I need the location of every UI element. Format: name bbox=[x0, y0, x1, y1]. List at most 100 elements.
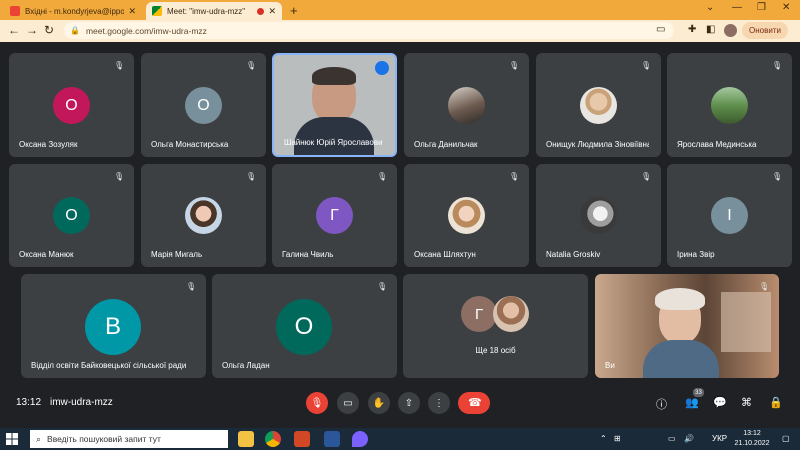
activities-icon[interactable]: ⌘ bbox=[741, 396, 752, 409]
tray-app-icon[interactable]: ⊞ bbox=[614, 434, 621, 443]
meeting-code: imw-udra-mzz bbox=[50, 397, 113, 408]
meeting-time: 13:12 bbox=[16, 397, 42, 408]
volume-icon[interactable]: 🔊 bbox=[684, 434, 694, 443]
search-placeholder: Введіть пошуковий запит тут bbox=[47, 434, 161, 444]
mic-off-icon: 🎙︎ bbox=[641, 61, 652, 70]
address-bar[interactable]: 🔒 meet.google.com/imw-udra-mzz bbox=[64, 22, 674, 39]
participant-tile: Г 🎙︎ Галина Чвиль bbox=[272, 164, 397, 267]
reload-button[interactable]: ↻ bbox=[44, 23, 54, 37]
mic-off-icon: 🎙︎ bbox=[641, 172, 652, 181]
back-button[interactable]: ← bbox=[8, 23, 20, 37]
update-button[interactable]: Оновити bbox=[742, 22, 788, 39]
mic-off-icon: 🎙︎ bbox=[377, 172, 388, 181]
participant-avatar: О bbox=[185, 87, 222, 124]
mic-off-icon: 🎙︎ bbox=[772, 172, 783, 181]
network-icon[interactable]: ▭ bbox=[668, 434, 676, 443]
more-options-button[interactable]: ⋮ bbox=[428, 392, 450, 414]
participant-avatar: О bbox=[53, 197, 90, 234]
browser-toolbar: ← → ↻ 🔒 meet.google.com/imw-udra-mzz ▭ ✚… bbox=[0, 20, 800, 42]
present-button[interactable]: ⇧ bbox=[398, 392, 420, 414]
minimize-button[interactable]: — bbox=[732, 2, 742, 13]
participant-name: Ольга Данильчак bbox=[414, 140, 478, 149]
participant-name: Оксана Шляхтун bbox=[414, 250, 476, 259]
file-explorer-icon[interactable] bbox=[238, 431, 254, 447]
tab-search-icon[interactable]: ⌄ bbox=[706, 2, 714, 13]
chat-icon[interactable]: 💬 bbox=[713, 396, 727, 409]
participant-tile: В 🎙︎ Відділ освіти Байковецької сільсько… bbox=[21, 274, 206, 378]
more-vert-icon: ⋮ bbox=[434, 397, 444, 409]
system-time: 13:12 bbox=[743, 430, 761, 437]
taskbar-search-box[interactable]: ⌕ Введіть пошуковий запит тут bbox=[30, 430, 228, 448]
system-clock[interactable]: 13:12 21.10.2022 bbox=[732, 429, 772, 449]
lock-icon[interactable]: 🔒 bbox=[70, 26, 80, 35]
more-participants-tile[interactable]: Г Ще 18 осіб bbox=[403, 274, 588, 378]
hand-icon: ✋ bbox=[372, 397, 386, 409]
participant-photo bbox=[580, 197, 617, 234]
participant-name: Ярослава Мединська bbox=[677, 140, 757, 149]
participant-photo bbox=[493, 296, 529, 332]
mic-off-icon: 🎙︎ bbox=[246, 172, 257, 181]
participant-name: Оксана Манюк bbox=[19, 250, 74, 259]
participant-tile: О 🎙︎ Ольга Монастирська bbox=[141, 53, 266, 157]
mic-off-icon: 🎙︎ bbox=[772, 61, 783, 70]
new-tab-button[interactable]: + bbox=[290, 3, 298, 18]
camera-in-use-icon[interactable]: ▭ bbox=[656, 24, 665, 35]
mic-off-icon: 🎙︎ bbox=[246, 61, 257, 70]
close-tab-icon[interactable]: ✕ bbox=[128, 6, 136, 17]
tab-gmail[interactable]: Вхідні - m.kondyrjeva@ippo.edu ✕ bbox=[4, 2, 142, 20]
participant-avatar: Г bbox=[461, 296, 497, 332]
system-date: 21.10.2022 bbox=[734, 440, 770, 447]
camera-icon: ▭ bbox=[343, 397, 353, 409]
people-icon[interactable]: 👥 bbox=[685, 396, 699, 409]
tab-label: Meet: "imw-udra-mzz" bbox=[167, 6, 246, 16]
word-icon[interactable] bbox=[324, 431, 340, 447]
mic-off-icon: 🎙︎ bbox=[310, 397, 324, 409]
participant-name: Онищук Людмила Зіновіївна bbox=[546, 140, 649, 149]
host-controls-icon[interactable]: 🔒 bbox=[769, 396, 783, 409]
meeting-details-icon[interactable]: ⓘ bbox=[656, 396, 667, 412]
tab-label: Вхідні - m.kondyrjeva@ippo.edu bbox=[25, 6, 125, 16]
participant-tile: 🎙︎ Оксана Шляхтун bbox=[404, 164, 529, 267]
mic-off-icon: 🎙︎ bbox=[509, 172, 520, 181]
powerpoint-icon[interactable] bbox=[294, 431, 310, 447]
windows-start-icon[interactable] bbox=[6, 433, 18, 445]
present-screen-icon: ⇧ bbox=[404, 397, 414, 409]
participant-tile: 🎙︎ Natalia Groskiv bbox=[536, 164, 661, 267]
speaking-indicator-icon bbox=[375, 61, 389, 75]
mic-off-icon: 🎙︎ bbox=[186, 282, 197, 291]
participant-tile-speaking: Шайнюк Юрій Ярославович bbox=[272, 53, 397, 157]
url-text: meet.google.com/imw-udra-mzz bbox=[85, 25, 207, 36]
keyboard-language[interactable]: УКР bbox=[712, 434, 727, 443]
participant-avatar: О bbox=[53, 87, 90, 124]
participant-avatar: В bbox=[85, 299, 141, 355]
participant-name: Natalia Groskiv bbox=[546, 250, 601, 259]
forward-button[interactable]: → bbox=[26, 23, 38, 37]
close-window-button[interactable]: ✕ bbox=[782, 2, 790, 13]
participant-name: Ольга Ладан bbox=[222, 361, 270, 370]
leave-call-button[interactable]: ☎ bbox=[458, 392, 490, 414]
mic-off-icon: 🎙︎ bbox=[509, 61, 520, 70]
participant-name: Марія Мигаль bbox=[151, 250, 203, 259]
raise-hand-button[interactable]: ✋ bbox=[368, 392, 390, 414]
toggle-mic-button[interactable]: 🎙︎ bbox=[306, 392, 328, 414]
participant-tile: 🎙︎ Марія Мигаль bbox=[141, 164, 266, 267]
toggle-camera-button[interactable]: ▭ bbox=[337, 392, 359, 414]
side-panel-icon[interactable]: ◧ bbox=[706, 24, 715, 35]
tray-chevron-icon[interactable]: ⌃ bbox=[600, 434, 607, 443]
maximize-button[interactable]: ❐ bbox=[757, 2, 766, 13]
self-view-tile: 🎙︎ Ви bbox=[595, 274, 779, 378]
extensions-icon[interactable]: ✚ bbox=[688, 24, 696, 35]
participant-name: Ірина Звір bbox=[677, 250, 715, 259]
participant-photo bbox=[448, 87, 485, 124]
browser-tab-strip: Вхідні - m.kondyrjeva@ippo.edu ✕ Meet: "… bbox=[0, 0, 800, 20]
close-tab-icon[interactable]: ✕ bbox=[268, 6, 276, 17]
participant-tile: 🎙︎ Ярослава Мединська bbox=[667, 53, 792, 157]
app-icon[interactable] bbox=[352, 431, 368, 447]
tab-meet[interactable]: Meet: "imw-udra-mzz" ✕ bbox=[146, 2, 282, 20]
notifications-icon[interactable]: ▢ bbox=[782, 434, 790, 443]
participant-name: Ольга Монастирська bbox=[151, 140, 229, 149]
chrome-icon[interactable] bbox=[265, 431, 281, 447]
profile-avatar[interactable] bbox=[724, 24, 737, 37]
participant-avatar: О bbox=[276, 299, 332, 355]
participant-tile: 🎙︎ Онищук Людмила Зіновіївна bbox=[536, 53, 661, 157]
